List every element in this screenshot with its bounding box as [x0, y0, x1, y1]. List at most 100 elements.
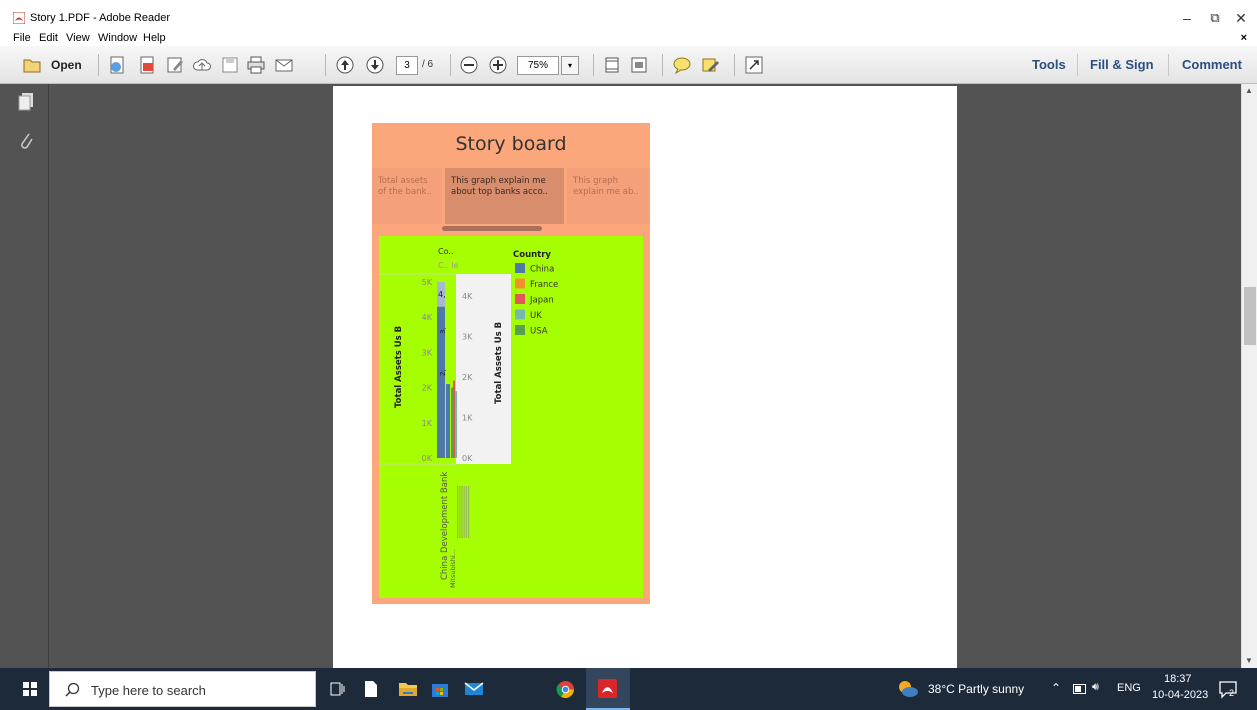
clock-time[interactable]: 18:37	[1164, 673, 1192, 685]
export-pdf-icon[interactable]	[137, 55, 157, 75]
secondary-y-axis-tick-label: 2K	[462, 373, 473, 382]
legend-swatch[interactable]	[515, 309, 525, 320]
highlight-text-icon[interactable]	[700, 55, 720, 75]
notification-count-badge: 2	[1229, 688, 1235, 698]
menu-view[interactable]: View	[66, 31, 90, 46]
print-icon[interactable]	[246, 55, 266, 75]
taskbar-search-box[interactable]: Type here to search	[49, 671, 316, 707]
file-explorer-icon[interactable]	[398, 680, 418, 698]
language-indicator[interactable]: ENG	[1117, 682, 1141, 694]
save-icon[interactable]	[220, 55, 240, 75]
zoom-dropdown-button[interactable]: ▾	[561, 56, 579, 75]
toolbar-divider	[98, 54, 99, 76]
bar[interactable]	[446, 384, 450, 458]
notifications-icon[interactable]	[1218, 679, 1238, 699]
bar[interactable]	[455, 391, 457, 458]
storyboard-title: Story board	[455, 133, 567, 155]
y-axis-title: Total Assets Us B	[394, 326, 404, 408]
toolbar-divider	[662, 54, 663, 76]
category-label	[465, 486, 467, 538]
adobe-reader-taskbar-icon	[598, 679, 617, 698]
toolbar-divider	[325, 54, 326, 76]
y-axis-tick-label: 0K	[422, 454, 433, 463]
story-point-3[interactable]: This graph explain me ab..	[567, 168, 650, 224]
toolbar-divider	[734, 54, 735, 76]
weather-label[interactable]: 38°C Partly sunny	[928, 682, 1024, 696]
weather-icon[interactable]	[897, 679, 919, 699]
battery-icon[interactable]	[1073, 684, 1087, 694]
bar[interactable]	[451, 387, 453, 458]
attachments-icon[interactable]	[17, 130, 35, 152]
cloud-upload-icon[interactable]	[192, 55, 212, 75]
microsoft-store-icon[interactable]	[431, 680, 449, 698]
menu-help[interactable]: Help	[143, 31, 166, 46]
menu-window[interactable]: Window	[98, 31, 137, 46]
fit-width-icon[interactable]	[629, 55, 649, 75]
scrollbar-thumb[interactable]	[1244, 287, 1256, 345]
close-document-button[interactable]: ×	[1241, 31, 1247, 46]
adobe-reader-taskbar-button[interactable]	[586, 668, 630, 710]
y-axis-tick-label: 3K	[422, 348, 433, 357]
windows-start-icon[interactable]	[23, 682, 37, 696]
story-point-1[interactable]: Total assets of the bank..	[372, 168, 442, 224]
legend-swatch[interactable]	[515, 263, 525, 273]
category-label	[461, 486, 463, 538]
y-axis-tick-label: 5K	[422, 278, 433, 287]
y-axis-tick-label: 2K	[422, 384, 433, 393]
email-icon[interactable]	[274, 55, 294, 75]
navigation-pane	[0, 84, 49, 668]
create-pdf-icon[interactable]	[107, 55, 127, 75]
data-label: 3,	[439, 327, 447, 334]
legend-label[interactable]: UK	[530, 311, 542, 321]
y-axis-tick-label: 4K	[422, 313, 433, 322]
window-title: Story 1.PDF - Adobe Reader	[30, 12, 171, 24]
category-label	[457, 486, 459, 538]
volume-icon[interactable]: 🔊︎	[1092, 681, 1099, 694]
story-point-2[interactable]: This graph explain me about top banks ac…	[445, 168, 564, 224]
column-header-label: Co..	[438, 247, 453, 256]
toolbar-divider	[1168, 54, 1169, 76]
legend-swatch[interactable]	[515, 278, 525, 289]
mail-icon[interactable]	[464, 681, 484, 697]
legend-swatch[interactable]	[515, 325, 525, 335]
fit-page-icon[interactable]	[602, 55, 622, 75]
legend-swatch[interactable]	[515, 294, 525, 304]
close-window-button[interactable]: ✕	[1226, 8, 1256, 28]
comment-pane-button[interactable]: Comment	[1182, 57, 1242, 72]
show-hidden-icons-icon[interactable]: ⌃	[1051, 681, 1061, 695]
menu-edit[interactable]: Edit	[39, 31, 58, 46]
notepad-icon[interactable]	[364, 680, 378, 698]
data-label: 4,	[438, 290, 446, 299]
menu-file[interactable]: File	[13, 31, 31, 46]
zoom-in-icon[interactable]	[488, 55, 508, 75]
page-thumbnails-icon[interactable]	[17, 92, 35, 112]
full-screen-icon[interactable]	[744, 55, 764, 75]
task-view-icon[interactable]	[330, 681, 346, 697]
legend-label[interactable]: China	[530, 265, 554, 275]
scroll-down-arrow-icon[interactable]: ▼	[1245, 656, 1253, 665]
open-folder-icon[interactable]	[22, 55, 42, 75]
minimize-button[interactable]: –	[1172, 8, 1202, 28]
story-nav-scrollbar[interactable]	[442, 226, 542, 231]
scroll-up-arrow-icon[interactable]: ▲	[1245, 86, 1253, 95]
column-header-label: C.. le	[438, 261, 458, 270]
sticky-note-icon[interactable]	[672, 55, 692, 75]
legend-label[interactable]: Japan	[529, 296, 554, 306]
legend-label[interactable]: USA	[530, 327, 548, 337]
tools-pane-button[interactable]: Tools	[1032, 57, 1066, 72]
page-number-input[interactable]: 3	[396, 56, 418, 75]
fill-sign-pane-button[interactable]: Fill & Sign	[1090, 57, 1154, 72]
bank-assets-chart: Co.. C.. le Total Assets Us B 5K 4K 3K 2K 1K…	[379, 247, 558, 588]
edit-pdf-icon[interactable]	[165, 55, 185, 75]
previous-page-icon[interactable]	[335, 55, 355, 75]
zoom-out-icon[interactable]	[459, 55, 479, 75]
legend-label[interactable]: France	[530, 280, 558, 290]
vertical-scrollbar[interactable]: ▲ ▼	[1241, 84, 1257, 668]
bar[interactable]	[453, 380, 455, 458]
open-button[interactable]: Open	[51, 58, 82, 72]
zoom-level-input[interactable]: 75%	[517, 56, 559, 75]
chrome-icon[interactable]	[556, 680, 575, 699]
next-page-icon[interactable]	[365, 55, 385, 75]
clock-date[interactable]: 10-04-2023	[1152, 689, 1208, 701]
toolbar: Open 3 / 6 75% ▾ Tools Fill & Sign Comme…	[0, 46, 1257, 84]
